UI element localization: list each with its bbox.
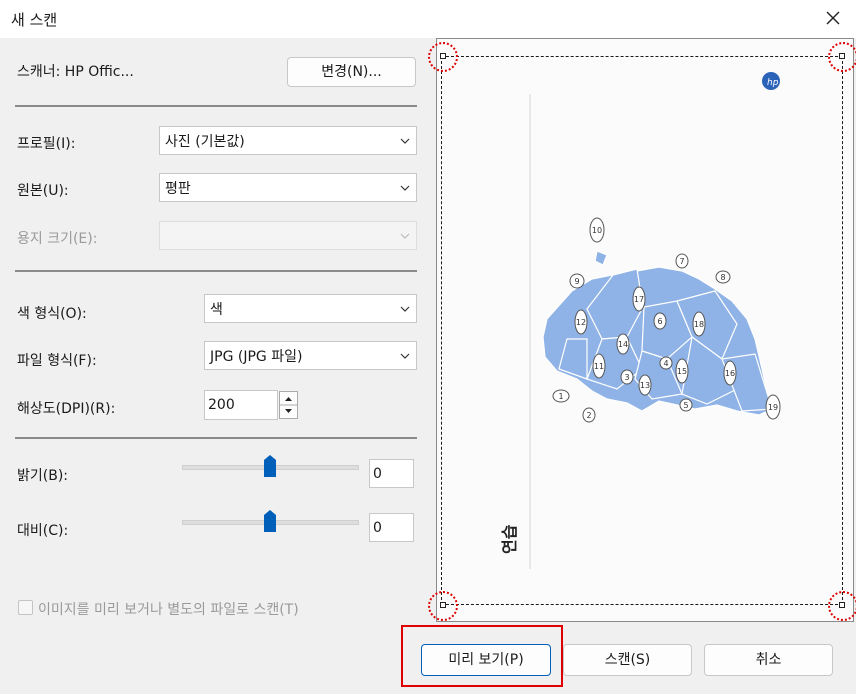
cancel-button[interactable]: 취소 bbox=[704, 644, 833, 676]
brightness-slider-thumb[interactable] bbox=[264, 455, 276, 477]
divider bbox=[15, 105, 417, 107]
highlight-ring bbox=[828, 42, 856, 72]
paper-size-label: 용지 크기(E): bbox=[17, 231, 98, 247]
brightness-input[interactable]: 0 bbox=[369, 459, 414, 488]
source-value: 평판 bbox=[165, 181, 191, 197]
preview-option-checkbox[interactable] bbox=[18, 600, 33, 615]
chevron-down-icon bbox=[400, 233, 410, 239]
contrast-input[interactable]: 0 bbox=[369, 513, 414, 542]
chevron-down-icon bbox=[400, 353, 410, 359]
resolution-value: 200 bbox=[208, 397, 235, 413]
preview-option-label[interactable]: 이미지를 미리 보거나 별도의 파일로 스캔(T) bbox=[38, 599, 299, 619]
chevron-down-icon bbox=[400, 306, 410, 312]
source-select[interactable]: 평판 bbox=[159, 173, 417, 202]
divider bbox=[15, 270, 417, 272]
resolution-label: 해상도(DPI)(R): bbox=[17, 401, 116, 417]
color-format-label: 색 형식(O): bbox=[17, 306, 87, 322]
profile-label: 프로필(I): bbox=[17, 136, 76, 152]
change-scanner-button[interactable]: 변경(N)... bbox=[287, 57, 416, 87]
title-bar: 새 스캔 bbox=[0, 0, 856, 38]
highlight-ring bbox=[828, 591, 856, 621]
scanner-label: 스캐너: HP Offic... bbox=[17, 64, 134, 80]
close-button[interactable] bbox=[818, 4, 848, 32]
resolution-input[interactable]: 200 bbox=[204, 390, 278, 420]
window-title: 새 스캔 bbox=[11, 11, 58, 29]
highlight-ring bbox=[428, 42, 458, 72]
chevron-down-icon bbox=[400, 185, 410, 191]
resolution-spinner[interactable] bbox=[279, 391, 298, 419]
highlight-box bbox=[401, 625, 563, 687]
profile-value: 사진 (기본값) bbox=[165, 134, 245, 150]
color-format-select[interactable]: 색 bbox=[204, 294, 417, 323]
file-type-select[interactable]: JPG (JPG 파일) bbox=[204, 341, 417, 370]
brightness-value: 0 bbox=[373, 466, 382, 482]
contrast-slider-thumb[interactable] bbox=[264, 510, 276, 532]
scan-area-selection[interactable] bbox=[441, 56, 843, 605]
scan-button[interactable]: 스캔(S) bbox=[563, 644, 692, 676]
contrast-label: 대비(C): bbox=[17, 523, 69, 539]
profile-select[interactable]: 사진 (기본값) bbox=[159, 126, 417, 155]
color-format-value: 색 bbox=[210, 302, 223, 318]
paper-size-select bbox=[159, 221, 417, 250]
file-type-label: 파일 형식(F): bbox=[17, 353, 97, 369]
highlight-ring bbox=[428, 591, 458, 621]
source-label: 원본(U): bbox=[17, 183, 69, 199]
divider bbox=[15, 437, 417, 439]
brightness-label: 밝기(B): bbox=[17, 468, 69, 484]
chevron-down-icon bbox=[400, 138, 410, 144]
spin-up-down-icon bbox=[280, 397, 297, 413]
contrast-value: 0 bbox=[373, 520, 382, 536]
file-type-value: JPG (JPG 파일) bbox=[210, 349, 303, 365]
close-icon bbox=[826, 11, 840, 25]
